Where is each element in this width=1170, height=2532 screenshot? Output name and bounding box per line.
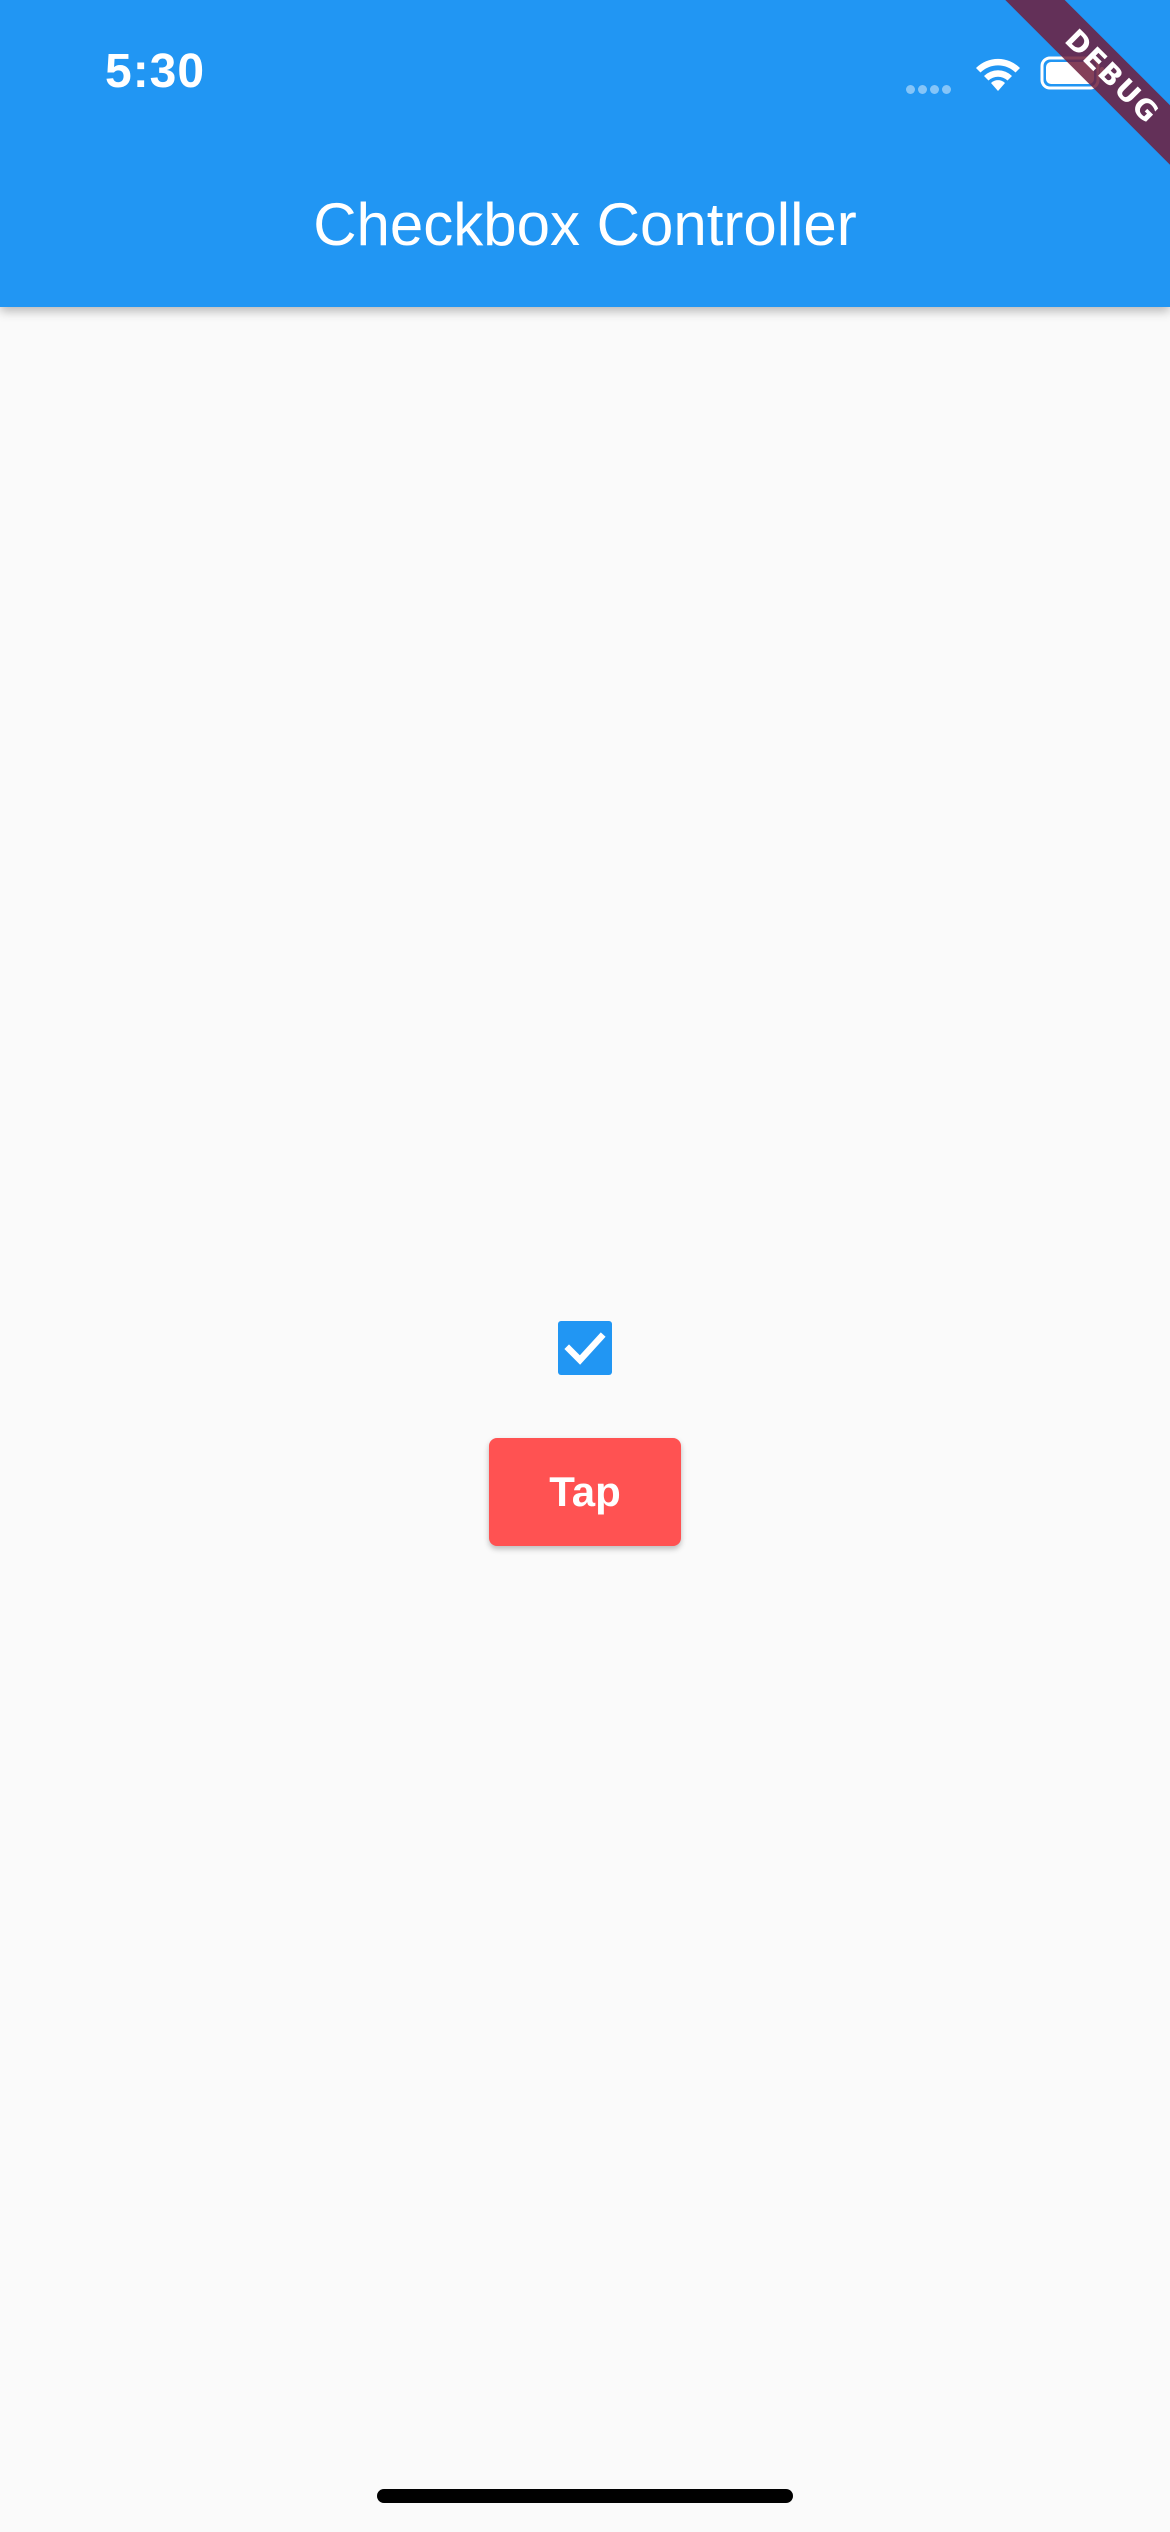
wifi-icon — [976, 58, 1020, 91]
tap-button[interactable]: Tap — [489, 1438, 681, 1546]
checkbox[interactable] — [558, 1321, 612, 1375]
battery-icon — [1040, 56, 1104, 90]
home-indicator[interactable] — [377, 2489, 793, 2503]
status-time: 5:30 — [105, 45, 206, 98]
check-icon — [564, 1332, 606, 1365]
signal-dots-icon — [906, 81, 958, 94]
page-title: Checkbox Controller — [313, 191, 857, 258]
app-bar: 5:30 Checkbox Controller — [0, 0, 1170, 307]
